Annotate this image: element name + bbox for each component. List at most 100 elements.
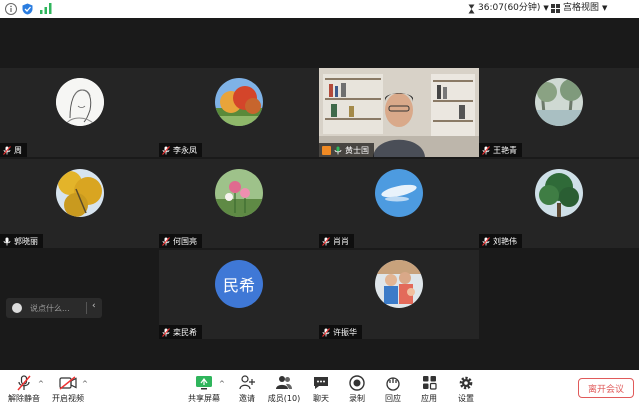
avatar <box>215 169 263 217</box>
chevron-up-icon[interactable]: ^ <box>82 380 88 388</box>
name-tag: 周 <box>0 143 27 157</box>
participant-tile[interactable]: 李永凤 <box>159 68 319 157</box>
participant-tile-active-speaker[interactable]: 黄士国 <box>319 68 479 157</box>
apps-button[interactable]: 应用 <box>409 374 449 404</box>
participant-name: 何国亮 <box>173 236 197 246</box>
share-screen-icon <box>195 374 213 391</box>
avatar <box>215 78 263 126</box>
participant-tile[interactable]: 何国亮 <box>159 159 319 248</box>
participant-tile[interactable]: 肖肖 <box>319 159 479 248</box>
avatar-initials-text: 民希 <box>222 276 255 295</box>
top-bar: 36:07(60分钟) ▼ 宫格视图 ▼ <box>0 0 639 18</box>
leave-meeting-button[interactable]: 离开会议 <box>578 378 634 398</box>
name-tag: 黄士国 <box>319 143 374 157</box>
avatar <box>56 169 104 217</box>
share-screen-label: 共享屏幕 <box>188 394 220 403</box>
avatar <box>56 78 104 126</box>
participant-name: 李永凤 <box>173 145 197 155</box>
members-label: 成员(10) <box>267 394 301 403</box>
participant-tile[interactable]: 周 <box>0 68 160 157</box>
members-icon <box>275 374 293 391</box>
unmute-button[interactable]: 解除静音 <box>4 374 44 404</box>
invite-button[interactable]: 邀请 <box>227 374 267 404</box>
chat-input[interactable]: 说点什么... ‹ <box>6 298 102 318</box>
chevron-left-icon[interactable]: ‹ <box>92 301 96 311</box>
avatar <box>535 169 583 217</box>
timer-text: 36:07(60分钟) <box>478 3 541 13</box>
divider <box>86 302 87 314</box>
participant-tile[interactable]: 许振华 <box>319 250 479 339</box>
view-toggle-button[interactable]: 宫格视图 ▼ <box>551 2 607 15</box>
add-user-icon <box>238 374 256 391</box>
emoji-icon[interactable] <box>12 303 22 313</box>
avatar <box>535 78 583 126</box>
participant-name: 许振华 <box>333 327 357 337</box>
name-tag: 李永凤 <box>159 143 202 157</box>
mic-muted-icon <box>162 327 170 337</box>
start-video-button[interactable]: 开启视频 <box>48 374 88 404</box>
info-icon[interactable] <box>5 2 17 15</box>
name-tag: 许振华 <box>319 325 362 339</box>
reactions-button[interactable]: 回应 <box>373 374 413 404</box>
mic-muted-icon <box>162 145 170 155</box>
participant-tile[interactable]: 刘艳伟 <box>479 159 639 248</box>
chevron-up-icon[interactable]: ^ <box>38 380 44 388</box>
name-tag: 何国亮 <box>159 234 202 248</box>
name-tag: 肖肖 <box>319 234 354 248</box>
mic-muted-icon <box>322 327 330 337</box>
participant-name: 肖肖 <box>333 236 349 246</box>
participant-name: 周 <box>14 145 22 155</box>
chat-label: 聊天 <box>313 394 329 403</box>
host-icon <box>322 145 331 155</box>
participant-tile[interactable]: 郭晓丽 <box>0 159 160 248</box>
name-tag: 栾民希 <box>159 325 202 339</box>
apps-label: 应用 <box>421 394 437 403</box>
name-tag: 郭晓丽 <box>0 234 43 248</box>
participant-tile[interactable]: 民希 栾民希 <box>159 250 319 339</box>
avatar-initials: 民希 <box>215 260 263 308</box>
participant-name: 黄士国 <box>345 145 369 155</box>
mic-muted-icon <box>162 236 170 246</box>
members-button[interactable]: 成员(10) <box>264 374 304 404</box>
mic-muted-icon <box>3 145 11 155</box>
settings-button[interactable]: 设置 <box>446 374 486 404</box>
signal-strength-icon[interactable] <box>40 2 52 15</box>
security-shield-icon[interactable] <box>22 2 33 15</box>
apps-grid-icon <box>420 374 438 391</box>
chevron-down-icon: ▼ <box>543 4 549 12</box>
grid-view-icon <box>551 4 560 13</box>
meeting-toolbar: 解除静音 ^ 开启视频 ^ 共享屏幕 ^ 邀请 成员(10) 聊天 录制 回应 … <box>0 370 639 408</box>
video-off-icon <box>59 374 77 391</box>
chevron-up-icon[interactable]: ^ <box>219 380 225 388</box>
share-screen-button[interactable]: 共享屏幕 <box>184 374 224 404</box>
view-label: 宫格视图 <box>563 3 600 13</box>
record-icon <box>348 374 366 391</box>
hourglass-icon <box>468 4 475 13</box>
meeting-timer[interactable]: 36:07(60分钟) ▼ <box>468 2 549 15</box>
unmute-label: 解除静音 <box>8 394 40 403</box>
mic-muted-icon <box>15 374 33 391</box>
name-tag: 刘艳伟 <box>479 234 522 248</box>
avatar <box>375 260 423 308</box>
mic-on-icon <box>334 146 342 154</box>
chevron-down-icon: ▼ <box>602 4 608 12</box>
participant-name: 王艳青 <box>493 145 517 155</box>
participant-tile[interactable]: 王艳青 <box>479 68 639 157</box>
mic-muted-icon <box>482 236 490 246</box>
participant-name: 郭晓丽 <box>14 236 38 246</box>
mic-on-icon <box>3 237 11 245</box>
name-tag: 王艳青 <box>479 143 522 157</box>
record-label: 录制 <box>349 394 365 403</box>
avatar <box>375 169 423 217</box>
chat-button[interactable]: 聊天 <box>301 374 341 404</box>
participant-name: 刘艳伟 <box>493 236 517 246</box>
participant-name: 栾民希 <box>173 327 197 337</box>
gear-icon <box>457 374 475 391</box>
mic-muted-icon <box>482 145 490 155</box>
chat-bubble-icon <box>312 374 330 391</box>
reaction-icon <box>384 374 402 391</box>
record-button[interactable]: 录制 <box>337 374 377 404</box>
settings-label: 设置 <box>458 394 474 403</box>
chat-placeholder: 说点什么... <box>30 303 70 313</box>
invite-label: 邀请 <box>239 394 255 403</box>
